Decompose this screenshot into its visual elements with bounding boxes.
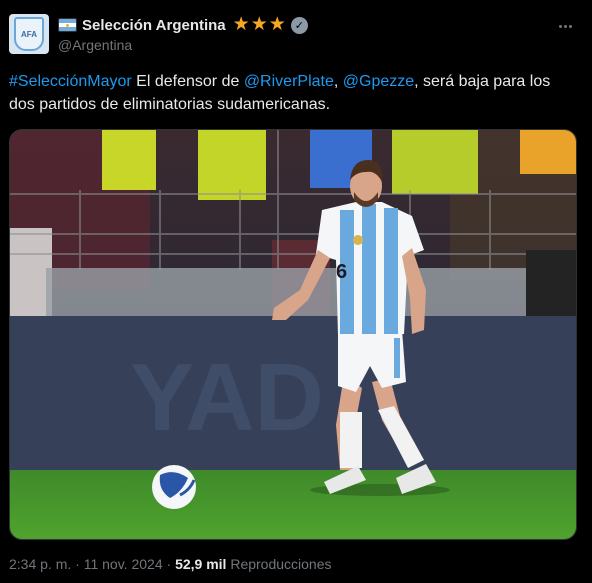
hashtag-link[interactable]: #SelecciónMayor	[9, 73, 132, 90]
star-icon: ★	[232, 14, 250, 35]
star-icon: ★	[250, 14, 268, 35]
argentina-flag-icon	[58, 18, 77, 32]
jersey-number: 6	[336, 261, 347, 283]
world-cup-stars: ★ ★ ★	[232, 14, 286, 35]
meta-separator: ·	[71, 556, 84, 572]
tweet-meta: 2:34 p. m. · 11 nov. 2024 · 52,9 mil Rep…	[9, 556, 332, 572]
author-handle[interactable]: @Argentina	[58, 37, 132, 53]
tweet-text: #SelecciónMayor El defensor de @RiverPla…	[9, 70, 577, 116]
mention-link-riverplate[interactable]: @RiverPlate	[244, 73, 334, 90]
author-display-name[interactable]: Selección Argentina	[82, 17, 226, 34]
more-options-icon[interactable]	[554, 16, 576, 36]
star-icon: ★	[268, 14, 286, 35]
tweet-date[interactable]: 11 nov. 2024	[84, 556, 163, 572]
author-namebar: Selección Argentina ★ ★ ★ ✓	[58, 15, 308, 35]
mention-link-gpezze[interactable]: @Gpezze	[343, 73, 414, 90]
tweet-text-segment: ,	[333, 73, 343, 90]
tweet-card[interactable]: AFA Selección Argentina ★ ★ ★ ✓ @Argenti…	[0, 0, 592, 583]
afa-logo-icon: AFA	[14, 17, 44, 51]
tweet-text-segment: El defensor de	[131, 73, 244, 90]
meta-separator: ·	[162, 556, 176, 572]
views-label: Reproducciones	[226, 556, 332, 572]
verified-badge-icon[interactable]: ✓	[290, 16, 308, 34]
avatar[interactable]: AFA	[9, 14, 49, 54]
tweet-time[interactable]: 2:34 p. m.	[9, 556, 71, 572]
views-count: 52,9 mil	[175, 556, 227, 572]
match-photo: YAD 6	[10, 130, 576, 539]
svg-text:YAD: YAD	[130, 344, 324, 451]
tweet-photo[interactable]: YAD 6	[9, 129, 577, 540]
